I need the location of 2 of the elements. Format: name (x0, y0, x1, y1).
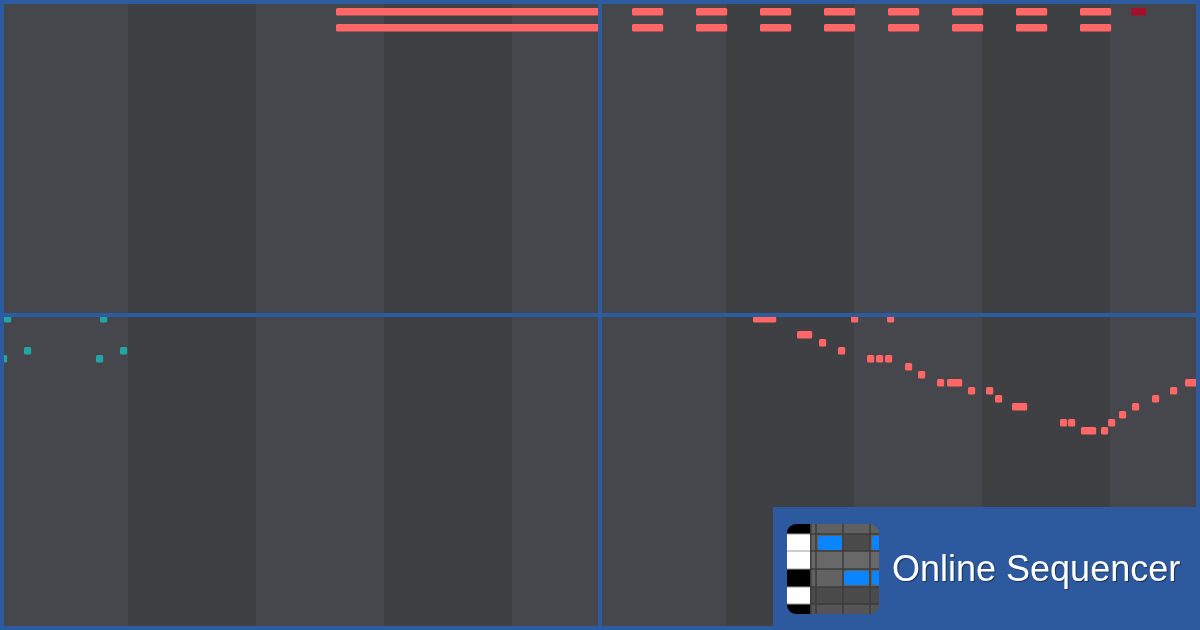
piano-roll-logo-icon (787, 523, 879, 614)
brand-name: Online Sequencer (892, 548, 1181, 589)
